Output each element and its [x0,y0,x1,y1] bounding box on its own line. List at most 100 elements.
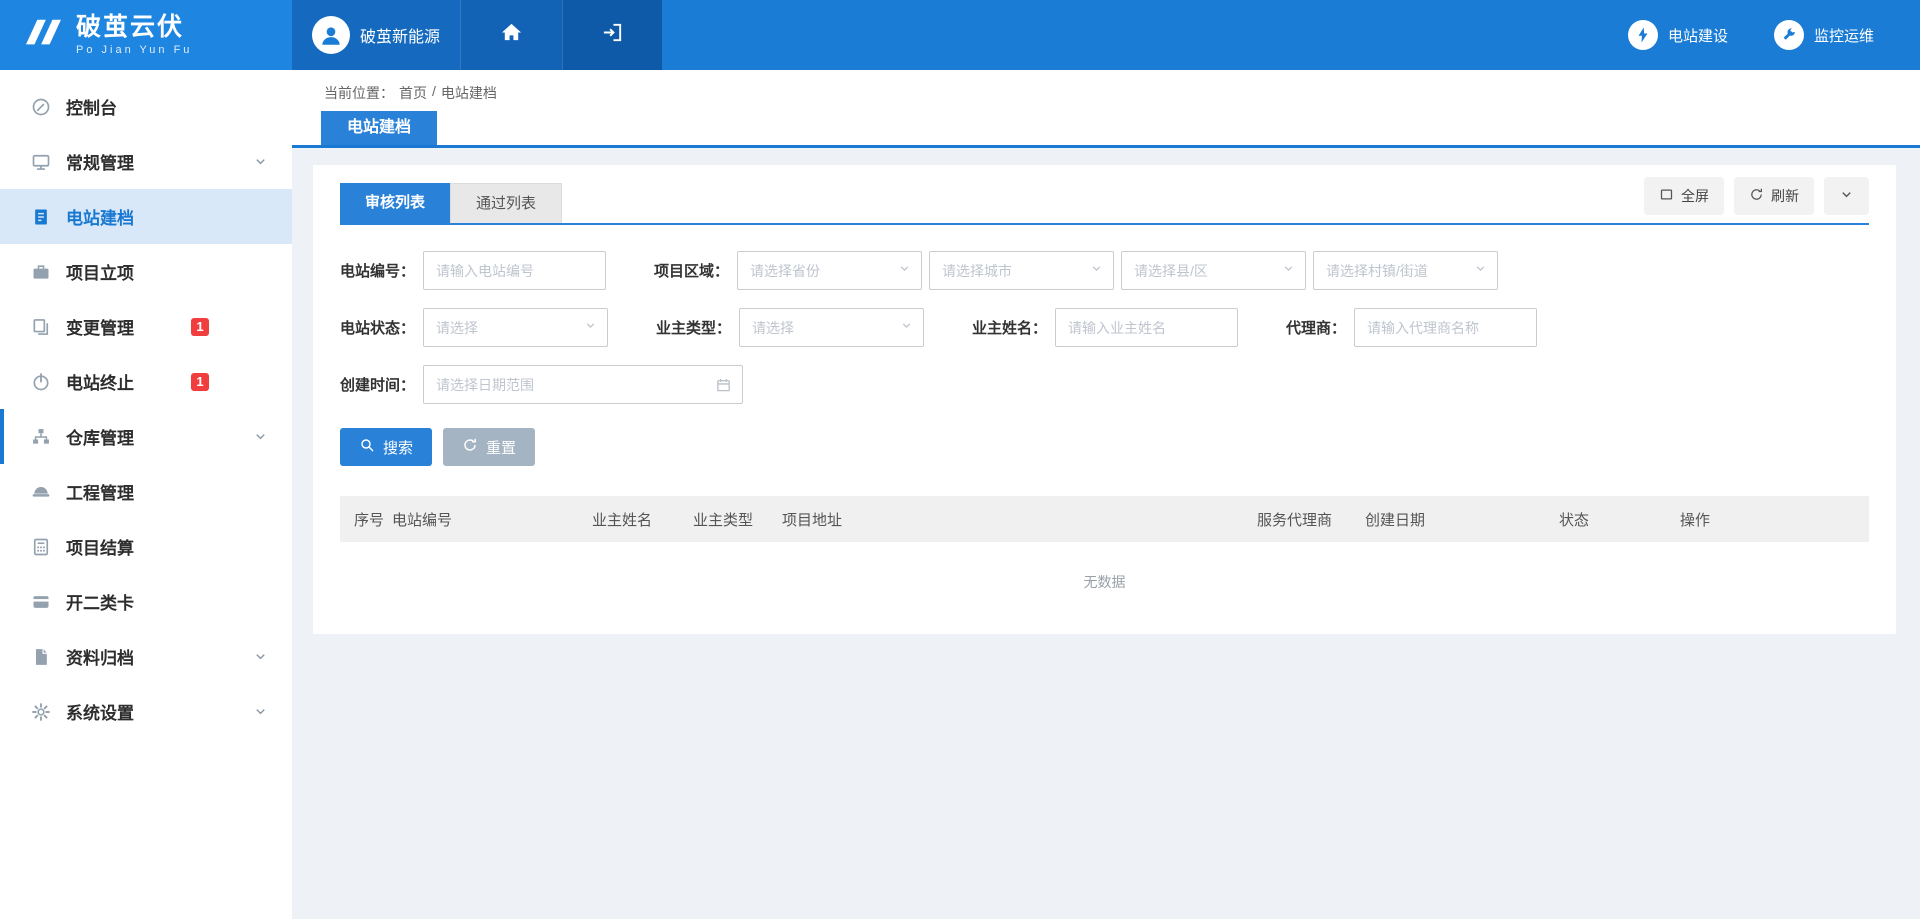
briefcase-icon [30,261,51,282]
fullscreen-icon [1659,187,1674,205]
station-no-input[interactable] [423,251,606,290]
filter-region: 项目区域： 请选择省份 请选择城市 [654,251,1498,290]
owner-name-input[interactable] [1055,308,1238,347]
chevron-down-icon [584,319,597,337]
tab-review-list[interactable]: 审核列表 [340,183,450,223]
sidebar-item-project-settlement[interactable]: 项目结算 [0,519,292,574]
sidebar: 控制台 常规管理 电站建档 [0,70,292,919]
home-button[interactable] [460,0,562,70]
document-icon [30,206,51,227]
archive-icon [30,646,51,667]
village-select[interactable]: 请选择村镇/街道 [1313,251,1498,290]
column-header-service-agent: 服务代理商 [1257,509,1365,530]
tab-passed-list[interactable]: 通过列表 [450,183,562,223]
filter-agent: 代理商： [1286,308,1537,347]
sidebar-item-label: 项目立项 [66,259,134,284]
station-status-placeholder: 请选择 [436,318,478,338]
sidebar-item-console[interactable]: 控制台 [0,79,292,134]
nav-monitor-ops-label: 监控运维 [1814,25,1874,46]
sidebar-item-warehouse-mgmt[interactable]: 仓库管理 [0,409,292,464]
chevron-down-icon [1090,262,1103,280]
reset-icon [462,437,478,457]
chevron-down-icon [1282,262,1295,280]
column-header-project-address: 项目地址 [782,509,1257,530]
district-placeholder: 请选择县/区 [1134,261,1208,281]
logo-icon [22,16,64,55]
date-range-input[interactable] [423,365,743,404]
filter-row-1: 电站编号： 项目区域： 请选择省份 [340,251,1869,290]
sidebar-item-label: 开二类卡 [66,589,134,614]
breadcrumb-separator: / [432,83,436,103]
sidebar-item-change-mgmt[interactable]: 变更管理 1 [0,299,292,354]
station-status-select[interactable]: 请选择 [423,308,608,347]
column-header-actions: 操作 [1680,509,1869,530]
sidebar-item-station-termination[interactable]: 电站终止 1 [0,354,292,409]
page-tab-station-archive[interactable]: 电站建档 [321,111,437,145]
agent-input[interactable] [1354,308,1537,347]
chevron-down-icon [1839,187,1854,205]
reset-button[interactable]: 重置 [443,428,535,466]
date-range-field [423,365,743,404]
owner-type-select[interactable]: 请选择 [739,308,924,347]
chevron-down-icon [253,154,268,169]
column-header-status: 状态 [1559,509,1680,530]
logout-button[interactable] [562,0,662,70]
chevron-down-icon [900,319,913,337]
village-placeholder: 请选择村镇/街道 [1326,261,1428,281]
filter-row-2: 电站状态： 请选择 业主类型： 请选择 [340,308,1869,347]
chevron-down-icon [253,429,268,444]
sidebar-item-engineering-mgmt[interactable]: 工程管理 [0,464,292,519]
chevron-down-icon [1474,262,1487,280]
home-icon [500,21,523,49]
breadcrumb-prefix: 当前位置： [324,83,394,103]
monitor-icon [30,151,51,172]
nav-station-build[interactable]: 电站建设 [1628,0,1728,70]
region-label: 项目区域： [654,260,729,281]
app: 破茧云伏 Po Jian Yun Fu 破茧新能源 [0,0,1920,919]
power-off-icon [30,371,51,392]
avatar [312,16,350,54]
column-header-create-date: 创建日期 [1365,509,1559,530]
sidebar-item-label: 常规管理 [66,149,134,174]
column-header-station-no: 电站编号 [392,509,592,530]
collapse-filters-button[interactable] [1824,177,1869,215]
search-button[interactable]: 搜索 [340,428,432,466]
sidebar-item-general-mgmt[interactable]: 常规管理 [0,134,292,189]
province-select[interactable]: 请选择省份 [737,251,922,290]
sidebar-item-data-archive[interactable]: 资料归档 [0,629,292,684]
province-placeholder: 请选择省份 [750,261,820,281]
sidebar-item-label: 项目结算 [66,534,134,559]
sidebar-item-project-initiation[interactable]: 项目立项 [0,244,292,299]
content-card: 审核列表 通过列表 全屏 [313,165,1896,634]
badge-count: 1 [191,318,209,336]
dashboard-icon [30,96,51,117]
helmet-icon [30,481,51,502]
sidebar-item-system-settings[interactable]: 系统设置 [0,684,292,739]
user-menu[interactable]: 破茧新能源 [292,0,460,70]
column-header-index: 序号 [354,509,392,530]
city-placeholder: 请选择城市 [942,261,1012,281]
results-table: 序号 电站编号 业主姓名 业主类型 项目地址 服务代理商 创建日期 状态 操作 … [340,496,1869,604]
sidebar-item-label: 仓库管理 [66,424,134,449]
owner-name-label: 业主姓名： [972,317,1047,338]
main-content: 当前位置： 首页 / 电站建档 电站建档 审核列表 通过列表 全屏 [292,70,1920,919]
chevron-down-icon [253,649,268,664]
breadcrumb-home[interactable]: 首页 [399,83,427,103]
refresh-button[interactable]: 刷新 [1734,177,1814,215]
header: 破茧云伏 Po Jian Yun Fu 破茧新能源 [0,0,1920,70]
search-icon [359,437,375,457]
table-header: 序号 电站编号 业主姓名 业主类型 项目地址 服务代理商 创建日期 状态 操作 [340,496,1869,542]
filter-owner-name: 业主姓名： [972,308,1238,347]
district-select[interactable]: 请选择县/区 [1121,251,1306,290]
sidebar-item-type2-card[interactable]: 开二类卡 [0,574,292,629]
column-header-owner-name: 业主姓名 [592,509,693,530]
filter-create-time: 创建时间： [340,365,743,404]
nav-monitor-ops[interactable]: 监控运维 [1774,0,1874,70]
badge-count: 1 [191,373,209,391]
company-name: 破茧新能源 [360,23,440,47]
sidebar-item-station-archive[interactable]: 电站建档 [0,189,292,244]
sidebar-item-label: 变更管理 [66,314,134,339]
city-select[interactable]: 请选择城市 [929,251,1114,290]
fullscreen-button[interactable]: 全屏 [1644,177,1724,215]
logo-subtitle: Po Jian Yun Fu [76,44,192,56]
